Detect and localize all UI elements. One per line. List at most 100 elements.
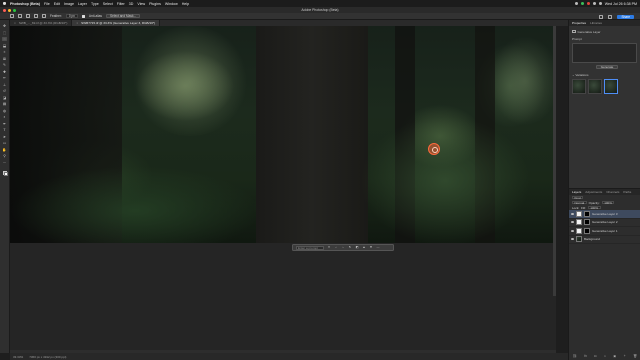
blur-tool-icon[interactable]: ◍ [2, 109, 7, 113]
path-select-tool-icon[interactable]: ➤ [2, 135, 7, 139]
mores-tool-icon[interactable]: ⋯ [2, 161, 7, 165]
trash-icon[interactable]: 🗑 [633, 354, 637, 358]
close-window-button[interactable] [3, 8, 6, 12]
variation-thumbnail[interactable] [588, 78, 602, 94]
search-icon[interactable] [598, 2, 602, 5]
vertical-scrollbar[interactable] [553, 26, 556, 296]
pen-tool-icon[interactable]: ✒ [2, 122, 7, 126]
menu-help[interactable]: Help [182, 2, 189, 6]
home-icon[interactable] [10, 14, 14, 18]
tab-channels[interactable]: Channels [606, 190, 619, 194]
tab-adjustments[interactable]: Adjustments [585, 190, 602, 194]
menu-3d[interactable]: 3D [129, 2, 134, 6]
thumbs-down-icon[interactable]: ▼ [369, 245, 373, 250]
add-selection-icon[interactable] [34, 14, 38, 18]
antialias-checkbox[interactable] [81, 14, 85, 18]
select-and-mask-button[interactable]: Select and Mask... [106, 14, 141, 18]
group-icon[interactable]: ▣ [613, 354, 616, 358]
zoom-tool-icon[interactable]: ⚲ [2, 154, 7, 158]
workspace-icon[interactable] [608, 14, 613, 19]
status-red-icon[interactable] [586, 2, 590, 5]
more-icon[interactable]: ⋯ [376, 245, 380, 250]
search-icon[interactable] [599, 14, 604, 19]
refresh-icon[interactable]: ↻ [348, 245, 352, 250]
menu-layer[interactable]: Layer [78, 2, 87, 6]
history-brush-tool-icon[interactable]: ↺ [2, 89, 7, 93]
visibility-eye-icon[interactable] [571, 221, 574, 224]
menu-window[interactable]: Window [165, 2, 178, 6]
dodge-tool-icon[interactable]: ◐ [2, 115, 7, 119]
stamp-tool-icon[interactable]: ⊥ [2, 83, 7, 87]
mask-icon[interactable]: ◘ [594, 354, 596, 358]
wifi-icon[interactable] [592, 2, 596, 5]
status-icon[interactable] [574, 2, 578, 5]
lasso-icon[interactable] [18, 14, 22, 18]
visibility-eye-icon[interactable] [571, 238, 574, 241]
previous-variation-icon[interactable]: ‹ [334, 245, 338, 250]
layer-mask-thumbnail[interactable] [584, 227, 590, 234]
layer-row[interactable]: Generative Layer 1 [569, 227, 640, 236]
kind-filter-select[interactable]: Kind [572, 195, 584, 200]
menu-view[interactable]: View [137, 2, 145, 6]
healing-tool-icon[interactable]: ✚ [2, 70, 7, 74]
menu-type[interactable]: Type [91, 2, 99, 6]
visibility-eye-icon[interactable] [571, 229, 574, 232]
blend-mode-select[interactable]: Normal [572, 200, 587, 205]
frame-tool-icon[interactable]: ⊠ [2, 57, 7, 61]
menu-plugins[interactable]: Plugins [149, 2, 161, 6]
variation-thumbnail-selected[interactable] [604, 78, 618, 94]
menu-edit[interactable]: Edit [54, 2, 60, 6]
eraser-tool-icon[interactable]: ◪ [2, 96, 7, 100]
generate-button[interactable]: Generate [596, 64, 618, 69]
document-canvas[interactable] [10, 26, 556, 243]
link-icon[interactable]: ⛓ [573, 354, 577, 358]
eyedropper-tool-icon[interactable]: ✎ [2, 63, 7, 67]
menu-app-name[interactable]: Photoshop (Beta) [10, 2, 40, 6]
tab-paths[interactable]: Paths [623, 190, 631, 194]
tab-layers[interactable]: Layers [572, 190, 581, 194]
canvas-area[interactable]: Enter a prompt ✦ ‹ › ↻ ◩ ▲ ▼ ⋯ [10, 26, 556, 353]
new-selection-icon[interactable] [26, 14, 30, 18]
feather-input[interactable]: 0 px [65, 14, 78, 18]
layer-row[interactable]: Generative Layer 3 [569, 210, 640, 219]
visibility-eye-icon[interactable] [571, 212, 574, 215]
subtract-selection-icon[interactable] [42, 14, 46, 18]
move-tool-icon[interactable]: ✥ [2, 24, 7, 28]
minimize-window-button[interactable] [8, 8, 11, 12]
zoom-level[interactable]: 33.33% [13, 355, 23, 359]
generate-icon[interactable]: ✦ [327, 245, 331, 250]
brush-tool-icon[interactable]: ✏ [2, 76, 7, 80]
shape-tool-icon[interactable]: ▭ [2, 141, 7, 145]
menubar-clock[interactable]: Wed Jul 26 6:38 PM [605, 2, 637, 6]
next-variation-icon[interactable]: › [341, 245, 345, 250]
variation-thumbnail[interactable] [572, 78, 586, 94]
layer-mask-thumbnail[interactable] [584, 219, 590, 226]
marquee-tool-icon[interactable]: ⬚ [2, 31, 7, 35]
type-tool-icon[interactable]: T [2, 128, 7, 132]
lasso-tool-icon[interactable]: ◌ [2, 37, 7, 41]
share-button[interactable]: Share [617, 14, 634, 19]
prompt-input[interactable]: Enter a prompt [296, 245, 324, 250]
layer-mask-thumbnail[interactable] [584, 210, 590, 217]
maximize-window-button[interactable] [13, 8, 16, 12]
menu-image[interactable]: Image [64, 2, 74, 6]
new-layer-icon[interactable]: + [624, 354, 626, 358]
status-green-icon[interactable] [580, 2, 584, 5]
opacity-input[interactable]: 100% [601, 200, 615, 205]
adjustment-icon[interactable]: ◑ [604, 354, 606, 358]
fx-icon[interactable]: fx [584, 354, 586, 358]
apple-icon[interactable] [3, 1, 6, 6]
layer-row[interactable]: Generative Layer 2 [569, 219, 640, 227]
crop-tool-icon[interactable]: ⌗ [2, 50, 7, 54]
object-select-tool-icon[interactable]: ⬓ [2, 44, 7, 48]
background-color-swatch[interactable] [4, 171, 8, 176]
thumbs-up-icon[interactable]: ▲ [362, 245, 366, 250]
document-info[interactable]: 7360 px x 4912 px (300 ppi) [29, 355, 66, 359]
hand-tool-icon[interactable]: ✋ [2, 148, 7, 152]
gradient-tool-icon[interactable]: ▤ [2, 102, 7, 106]
tab-libraries[interactable]: Libraries [590, 21, 602, 25]
layer-row[interactable]: Background [569, 236, 640, 244]
menu-select[interactable]: Select [103, 2, 113, 6]
tab-properties[interactable]: Properties [572, 21, 586, 25]
mask-icon[interactable]: ◩ [355, 245, 359, 250]
